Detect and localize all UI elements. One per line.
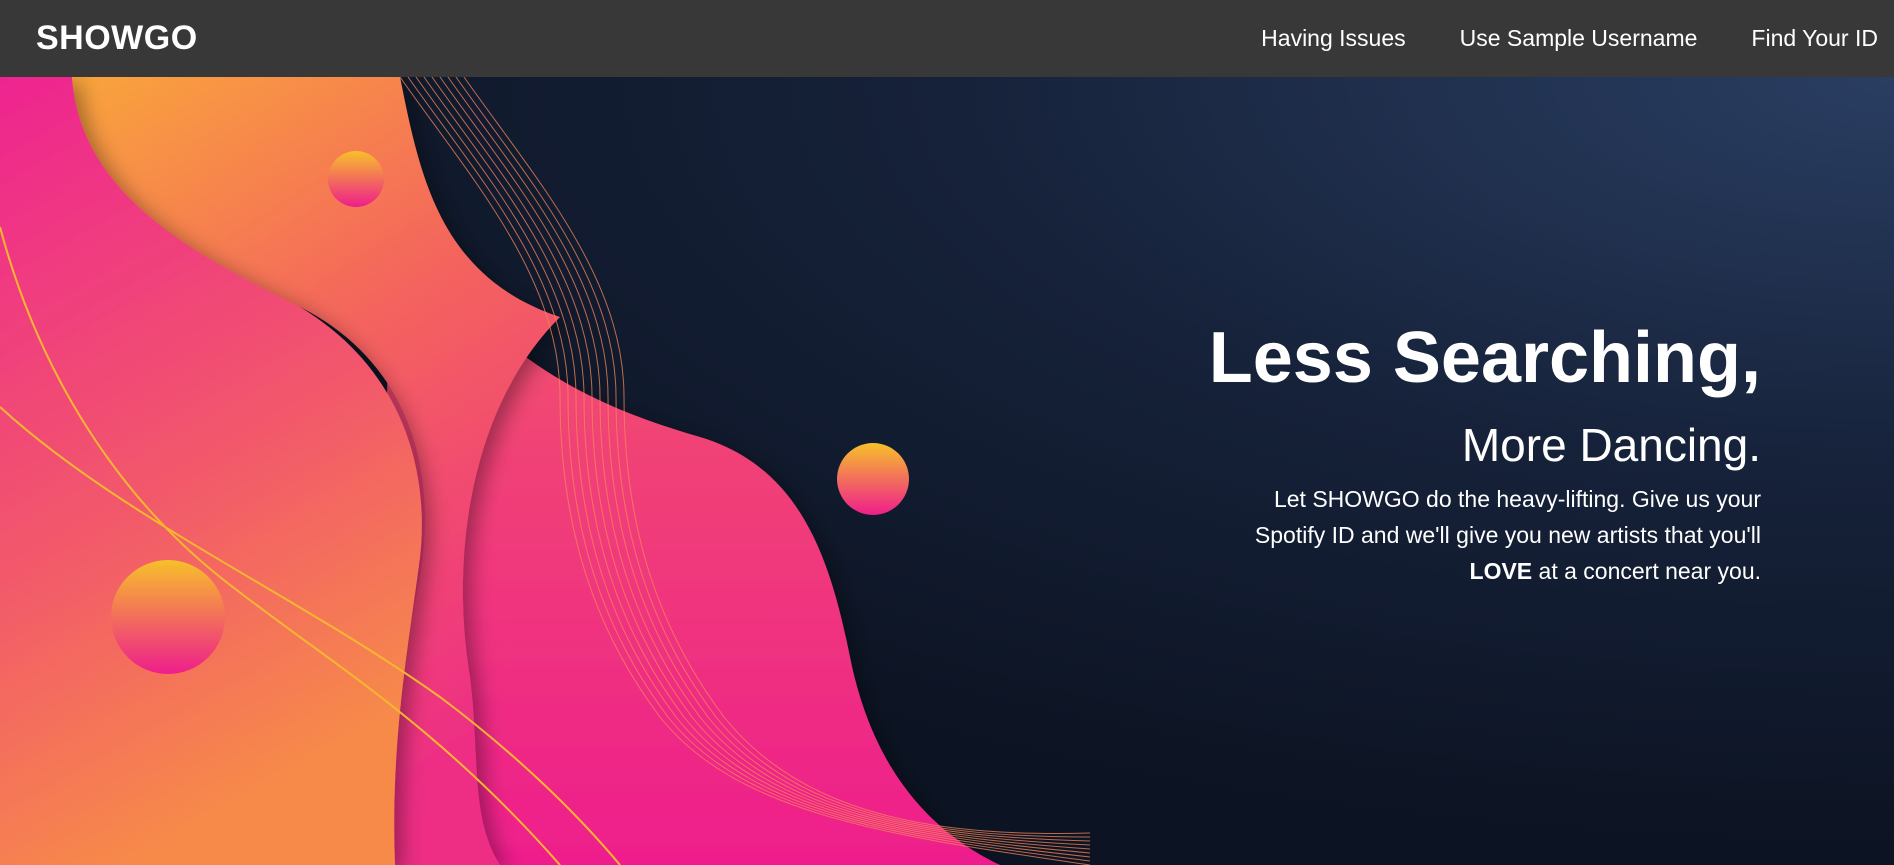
hero-section: Less Searching, More Dancing. Let SHOWGO…: [0, 77, 1894, 865]
nav-links: Having Issues Use Sample Username Find Y…: [1261, 25, 1878, 52]
brand-logo[interactable]: SHOWGO: [36, 19, 198, 58]
ball-middle: [837, 443, 909, 515]
nav-link-find-your-id[interactable]: Find Your ID: [1751, 25, 1878, 52]
hero-headline: Less Searching,: [1208, 318, 1761, 398]
nav-link-use-sample-username[interactable]: Use Sample Username: [1460, 25, 1698, 52]
hero-subheadline: More Dancing.: [1461, 418, 1761, 471]
hero-text: Less Searching, More Dancing. Let SHOWGO…: [1041, 317, 1761, 589]
ball-small-top: [328, 151, 384, 207]
description-text-after: at a concert near you.: [1538, 557, 1761, 584]
hero-description: Let SHOWGO do the heavy-lifting. Give us…: [1221, 481, 1761, 589]
description-emphasis: LOVE: [1469, 557, 1533, 584]
top-navbar: SHOWGO Having Issues Use Sample Username…: [0, 0, 1894, 77]
description-text-before: Let SHOWGO do the heavy-lifting. Give us…: [1254, 485, 1761, 548]
nav-link-having-issues[interactable]: Having Issues: [1261, 25, 1405, 52]
ball-large-left: [111, 560, 225, 674]
